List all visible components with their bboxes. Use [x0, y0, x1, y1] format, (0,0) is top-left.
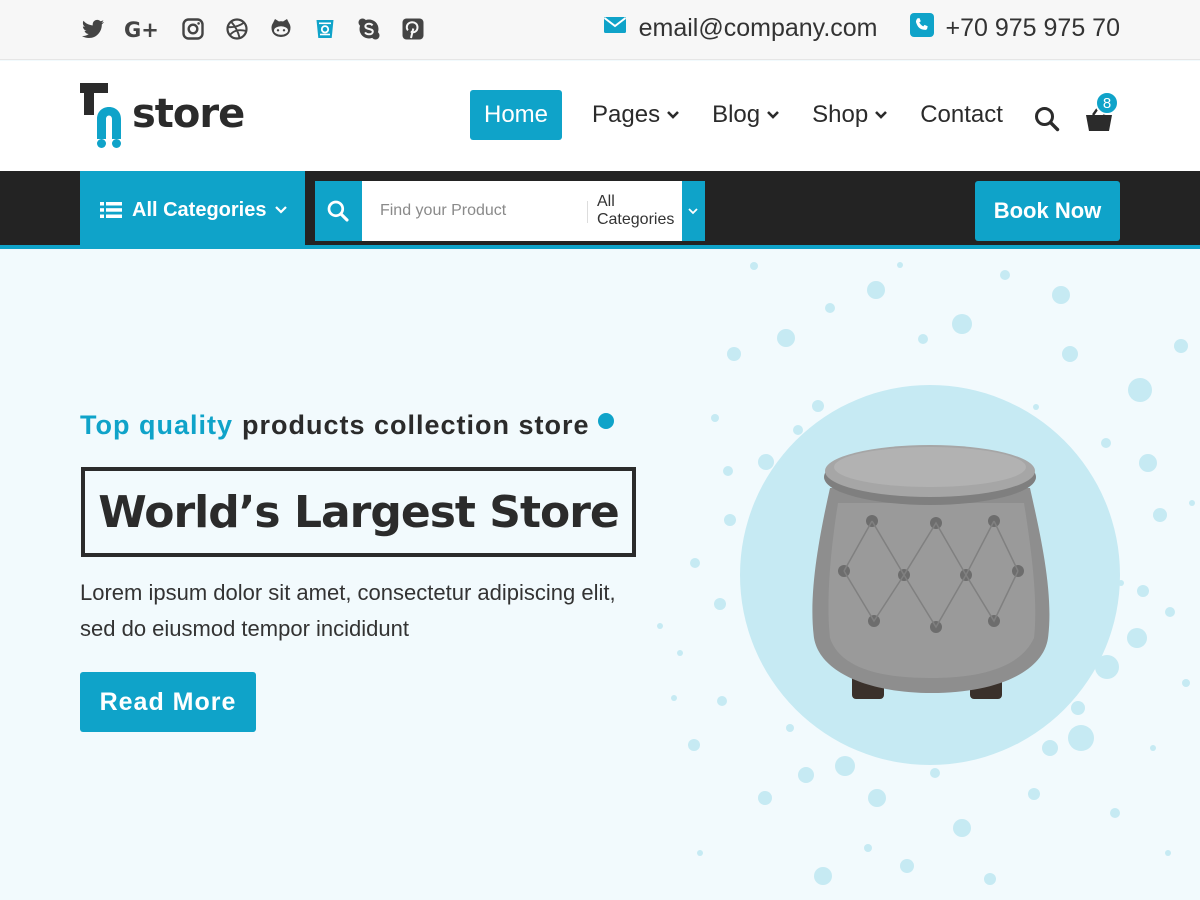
header-search-icon[interactable] [1033, 105, 1061, 133]
main-header: store Home Pages Blog Shop Contact 8 [0, 61, 1200, 171]
nav-home[interactable]: Home [470, 90, 563, 140]
cart-count-badge: 8 [1095, 91, 1119, 115]
github-icon[interactable] [268, 14, 294, 44]
category-select[interactable]: All Categories [586, 181, 682, 241]
ottoman-product-image [812, 445, 1050, 699]
chevron-down-icon [875, 111, 888, 119]
phone-contact[interactable]: +70 975 975 70 [909, 13, 1120, 44]
nav-shop[interactable]: Shop [798, 90, 902, 140]
twitter-icon[interactable] [80, 14, 106, 44]
product-splash [657, 262, 1195, 885]
read-more-button[interactable]: Read More [80, 672, 256, 732]
product-search: All Categories [315, 181, 705, 241]
all-categories-label: All Categories [132, 198, 267, 221]
svg-text:G+: G+ [124, 18, 159, 41]
all-categories-button[interactable]: All Categories [80, 171, 305, 249]
chevron-down-icon [767, 111, 780, 119]
tagline-accent: Top quality [80, 410, 233, 440]
nav-blog[interactable]: Blog [698, 90, 794, 140]
email-contact[interactable]: email@company.com [603, 13, 878, 44]
google-plus-icon[interactable]: G+ [124, 14, 162, 44]
nav-home-label: Home [484, 101, 549, 128]
hero-description: Lorem ipsum dolor sit amet, consectetur … [80, 580, 616, 641]
logo[interactable]: store [80, 83, 270, 149]
nav-pages-label: Pages [592, 101, 661, 128]
search-button[interactable] [315, 181, 362, 241]
tagline-rest: products collection store [242, 410, 590, 440]
phone-text: +70 975 975 70 [945, 14, 1120, 42]
category-select-value: All Categories [596, 193, 675, 228]
main-nav: Home Pages Blog Shop Contact [470, 90, 1021, 140]
hero-section: Top quality products collection store Wo… [0, 253, 1200, 900]
category-select-toggle[interactable] [681, 181, 705, 241]
chevron-down-icon [688, 208, 698, 215]
phone-icon [909, 13, 934, 44]
headline-frame: World’s Largest Store [81, 467, 636, 557]
category-bar: All Categories All Categories Book Now [0, 171, 1200, 249]
nav-blog-label: Blog [712, 101, 761, 128]
search-input[interactable] [361, 181, 587, 241]
pinterest-icon[interactable] [400, 14, 426, 44]
nav-contact[interactable]: Contact [906, 90, 1017, 140]
list-icon [100, 202, 122, 218]
accent-dot [597, 412, 614, 429]
chevron-down-icon [667, 111, 680, 119]
contact-info: email@company.com +70 975 975 70 [603, 13, 1120, 44]
envelope-icon [603, 13, 627, 44]
search-icon [328, 200, 350, 222]
hero-headline: World’s Largest Store [98, 486, 619, 538]
hero-tagline: Top quality products collection store [80, 410, 614, 441]
cart-logo-icon [80, 83, 121, 148]
chevron-down-icon [275, 206, 288, 214]
instagram-icon[interactable] [180, 14, 206, 44]
nav-contact-label: Contact [920, 101, 1003, 128]
nav-shop-label: Shop [812, 101, 869, 128]
nav-pages[interactable]: Pages [578, 90, 694, 140]
social-links: G+ [80, 14, 426, 44]
top-bar: G+ email@company.com +70 975 975 70 [0, 0, 1200, 60]
email-text: email@company.com [638, 14, 878, 42]
book-now-button[interactable]: Book Now [975, 181, 1120, 241]
dribbble-icon[interactable] [224, 14, 250, 44]
stack-icon[interactable] [312, 14, 338, 44]
skype-icon[interactable] [356, 14, 382, 44]
logo-text: store [132, 91, 245, 137]
